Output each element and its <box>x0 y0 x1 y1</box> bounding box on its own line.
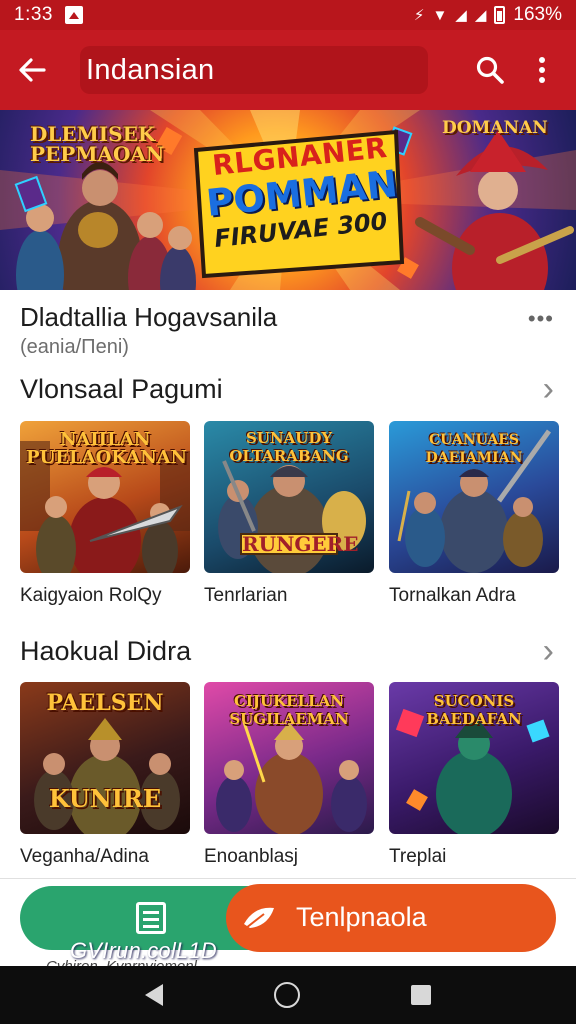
section-title-1: Vlonsaal Pagumi <box>20 374 223 404</box>
section-1-arrow-icon[interactable]: › <box>543 370 554 409</box>
card-thumb-title: CUANUAES DAEIAMIAN <box>425 432 523 466</box>
card-thumbnail: SUCONIS BAEDAFAN <box>389 682 559 834</box>
status-time: 1:33 <box>14 4 53 25</box>
card-1-2[interactable]: SUNAUDY OLTARABANG RUNGERE Tenrlarian <box>204 421 374 607</box>
nav-back-icon[interactable] <box>145 984 164 1006</box>
promo-banner[interactable]: DLEMISEK PEPMAOAN DOMANAN RLGNANER POMMA… <box>0 110 576 290</box>
app-more-icon[interactable]: ••• <box>528 306 554 332</box>
wifi-icon: ▼ <box>432 6 448 24</box>
status-icons: ⚡ ▼ ◢ ◢ 163% <box>414 4 562 26</box>
system-nav-bar <box>0 966 576 1024</box>
battery-icon <box>494 6 506 24</box>
leaf-icon <box>244 907 274 929</box>
search-button[interactable] <box>462 30 518 110</box>
vibrate-icon: ⚡ <box>413 7 425 24</box>
card-thumbnail: CIJUKELLAN SUGILAEMAN <box>204 682 374 834</box>
card-thumb-title: SUNAUDY OLTARABANG <box>229 429 349 465</box>
card-thumbnail: PAELSEN KUNIRE <box>20 682 190 834</box>
card-label: Tenrlarian <box>204 585 288 606</box>
app-subtitle: (eania/Πeni) <box>20 336 129 358</box>
card-thumbnail: NAIILAN PUELAOKANAN <box>20 421 190 573</box>
card-thumb-banner: KUNIRE <box>48 784 162 813</box>
notification-icon <box>64 6 83 24</box>
card-1-1[interactable]: NAIILAN PUELAOKANAN Kaigyaion RolQy <box>20 421 190 607</box>
card-label: Kaigyaion RolQy <box>20 585 162 606</box>
card-label: Treplai <box>389 846 447 867</box>
search-icon <box>476 56 504 84</box>
more-vert-icon <box>539 57 545 83</box>
page-title: Indansian <box>86 53 215 86</box>
app-bar: Indansian <box>0 30 576 110</box>
app-name: Dladtallia Hogavsanila <box>20 302 278 332</box>
nav-home-icon[interactable] <box>273 982 300 1008</box>
section-2-arrow-icon[interactable]: › <box>543 632 554 671</box>
primary-action-button[interactable]: Tenlpnaola <box>226 884 556 952</box>
card-1-3[interactable]: CUANUAES DAEIAMIAN Tornalkan Adra <box>389 421 559 607</box>
banner-logo-right: DOMANAN <box>442 118 548 138</box>
title-box: Indansian <box>80 46 428 94</box>
primary-action-label: Tenlpnaola <box>296 902 427 932</box>
card-label: Veganha/Adina <box>20 846 149 867</box>
card-2-2[interactable]: CIJUKELLAN SUGILAEMAN Enoanblasj <box>204 682 374 868</box>
signal-icon: ◢ <box>455 7 467 24</box>
card-thumb-title: PAELSEN <box>46 690 164 716</box>
app-info: Dladtallia Hogavsanila (eania/Πeni) ••• <box>20 302 556 362</box>
nav-recents-icon[interactable] <box>410 985 431 1005</box>
divider <box>0 878 576 879</box>
status-bar: 1:33 ⚡ ▼ ◢ ◢ 163% <box>0 0 576 30</box>
document-icon <box>136 902 166 934</box>
card-thumbnail: CUANUAES DAEIAMIAN <box>389 421 559 573</box>
card-2-3[interactable]: SUCONIS BAEDAFAN Treplai <box>389 682 559 868</box>
card-thumb-title: CIJUKELLAN SUGILAEMAN <box>229 692 349 728</box>
banner-logo-left: DLEMISEK PEPMAOAN <box>30 122 165 166</box>
card-thumb-title: NAIILAN PUELAOKANAN <box>26 429 188 468</box>
more-options-button[interactable] <box>518 30 566 110</box>
card-thumbnail: SUNAUDY OLTARABANG RUNGERE <box>204 421 374 573</box>
card-thumb-banner: RUNGERE <box>240 532 359 556</box>
card-label: Enoanblasj <box>204 846 299 867</box>
signal-2-icon: ◢ <box>474 7 487 24</box>
back-button[interactable] <box>0 30 64 110</box>
card-2-1[interactable]: PAELSEN KUNIRE Veganha/Adina <box>20 682 190 868</box>
card-thumb-title: SUCONIS BAEDAFAN <box>426 692 522 728</box>
back-arrow-icon <box>19 58 46 82</box>
section-title-2: Haokual Didra <box>20 636 192 666</box>
battery-percent: 163% <box>513 4 562 25</box>
card-label: Tornalkan Adra <box>389 585 516 606</box>
